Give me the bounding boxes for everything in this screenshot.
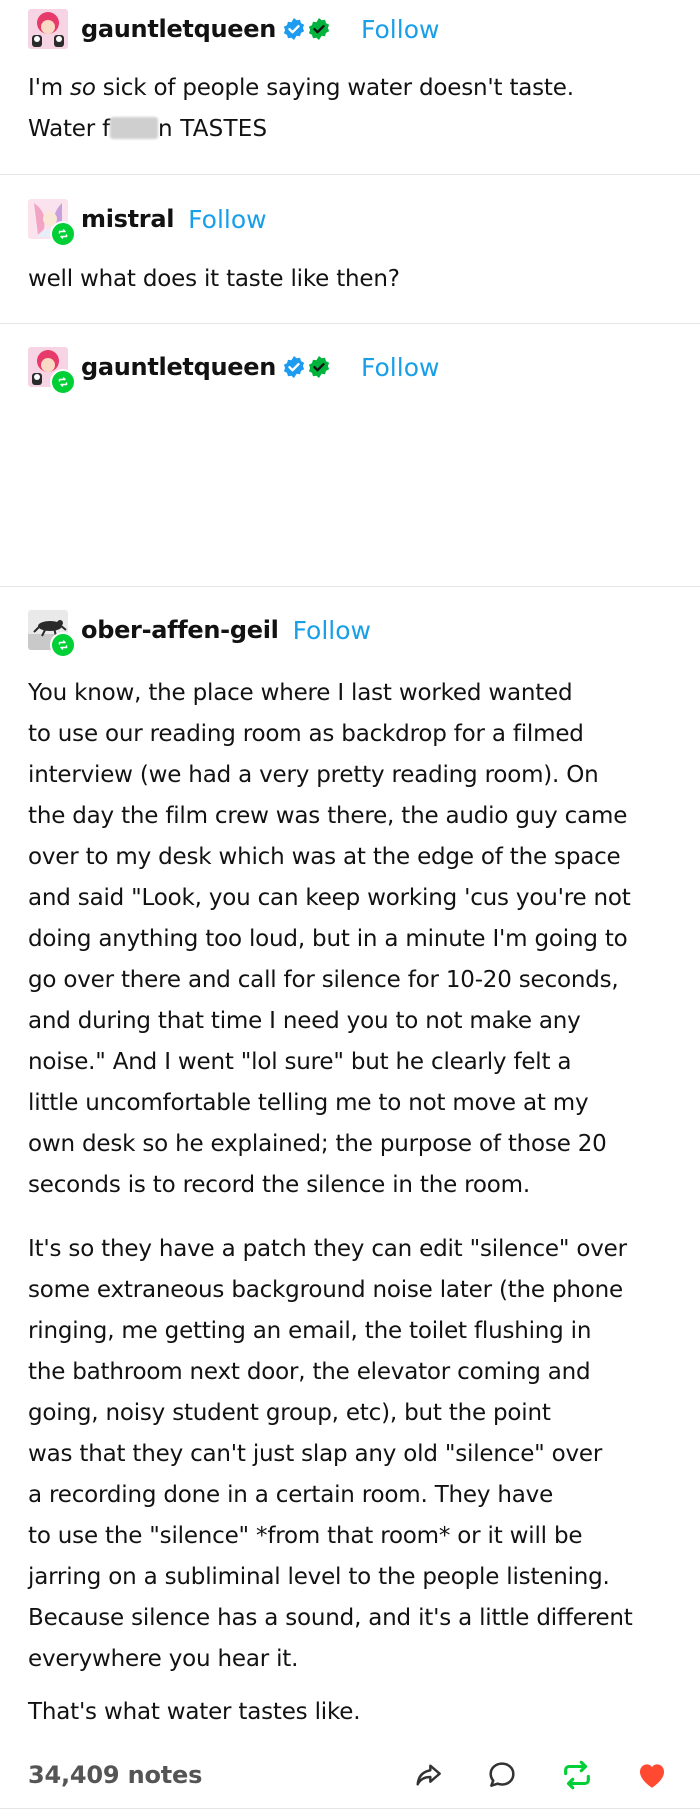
follow-button[interactable]: Follow xyxy=(293,616,371,645)
post-text-line: noise." And I went "lol sure" but he cle… xyxy=(28,1049,572,1075)
username[interactable]: mistral xyxy=(81,205,174,233)
username[interactable]: gauntletqueen xyxy=(81,353,276,381)
follow-button[interactable]: Follow xyxy=(361,15,439,44)
post-text-line: own desk so he explained; the purpose of… xyxy=(28,1131,607,1157)
post-text-line: You know, the place where I last worked … xyxy=(28,680,573,706)
post-text-line: and said "Look, you can keep working 'cu… xyxy=(28,885,631,911)
verified-badges xyxy=(282,17,331,41)
post-text-line: to use our reading room as backdrop for … xyxy=(28,721,584,747)
avatar[interactable] xyxy=(28,347,76,395)
divider xyxy=(0,174,700,175)
post-footer: 34,409 notes xyxy=(0,1745,700,1805)
post-text-line: interview (we had a very pretty reading … xyxy=(28,762,599,788)
avatar[interactable] xyxy=(28,9,68,49)
verified-icon xyxy=(283,18,305,40)
post-header: mistral Follow xyxy=(28,199,267,247)
post-text-line: some extraneous background noise later (… xyxy=(28,1277,623,1303)
reply-button[interactable] xyxy=(484,1757,520,1793)
avatar-image xyxy=(28,9,68,49)
post-text-line: seconds is to record the silence in the … xyxy=(28,1172,530,1198)
post-body: well what does it taste like then? xyxy=(28,259,678,300)
post-text-line: over to my desk which was at the edge of… xyxy=(28,844,621,870)
reblog-icon xyxy=(58,229,68,239)
post-text-line: going, noisy student group, etc), but th… xyxy=(28,1400,551,1426)
reblog-button[interactable] xyxy=(559,1757,595,1793)
post-text-line: the bathroom next door, the elevator com… xyxy=(28,1359,591,1385)
heart-icon xyxy=(639,1764,665,1788)
post-text-line: Water fn TASTES xyxy=(28,116,268,142)
post-text-line: It's so they have a patch they can edit … xyxy=(28,1236,627,1262)
post-text-line: everywhere you hear it. xyxy=(28,1646,299,1672)
follow-button[interactable]: Follow xyxy=(361,353,439,382)
reblog-icon xyxy=(58,640,68,650)
censor-blur xyxy=(110,117,158,139)
reblog-icon xyxy=(58,377,68,387)
post-header: ober-affen-geil Follow xyxy=(28,610,371,658)
avatar[interactable] xyxy=(28,199,76,247)
post-text-line: the day the film crew was there, the aud… xyxy=(28,803,628,829)
like-button[interactable] xyxy=(634,1757,670,1793)
post-text-line: I'm so sick of people saying water doesn… xyxy=(28,75,574,101)
post-text-line: and during that time I need you to not m… xyxy=(28,1008,581,1034)
divider xyxy=(0,323,700,324)
post-text-line: little uncomfortable telling me to not m… xyxy=(28,1090,589,1116)
post-text-line: to use the "silence" *from that room* or… xyxy=(28,1523,583,1549)
username[interactable]: ober-affen-geil xyxy=(81,616,279,644)
reblog-badge xyxy=(50,369,76,395)
post-text-line: was that they can't just slap any old "s… xyxy=(28,1441,603,1467)
post-header: gauntletqueen Follow xyxy=(28,347,439,395)
reblog-icon xyxy=(564,1760,590,1790)
post-text-line: ringing, me getting an email, the toilet… xyxy=(28,1318,592,1344)
divider xyxy=(0,586,700,587)
post-paragraph-1: You know, the place where I last worked … xyxy=(28,673,678,1206)
post-paragraph-3: That's what water tastes like. xyxy=(28,1692,678,1733)
avatar[interactable] xyxy=(28,610,76,658)
divider xyxy=(0,1808,700,1809)
post-body: I'm so sick of people saying water doesn… xyxy=(28,68,678,150)
reblog-badge xyxy=(50,221,76,247)
share-button[interactable] xyxy=(411,1757,447,1793)
post-text-line: well what does it taste like then? xyxy=(28,266,400,292)
notes-count[interactable]: 34,409 notes xyxy=(28,1761,202,1789)
verified-green-icon xyxy=(308,356,330,378)
verified-badges xyxy=(282,355,331,379)
post-text-line: doing anything too loud, but in a minute… xyxy=(28,926,628,952)
reblog-badge xyxy=(50,632,76,658)
post-text-line: a recording done in a certain room. They… xyxy=(28,1482,554,1508)
verified-icon xyxy=(283,356,305,378)
share-icon xyxy=(416,1764,441,1786)
post-text-line: jarring on a subliminal level to the peo… xyxy=(28,1564,610,1590)
post-paragraph-2: It's so they have a patch they can edit … xyxy=(28,1229,678,1680)
post-header: gauntletqueen Follow xyxy=(28,9,439,49)
follow-button[interactable]: Follow xyxy=(188,205,266,234)
username[interactable]: gauntletqueen xyxy=(81,15,276,43)
verified-green-icon xyxy=(308,18,330,40)
post-text-line: That's what water tastes like. xyxy=(28,1699,361,1725)
post-text-line: go over there and call for silence for 1… xyxy=(28,967,619,993)
post-text-line: Because silence has a sound, and it's a … xyxy=(28,1605,633,1631)
reply-icon xyxy=(489,1762,515,1787)
